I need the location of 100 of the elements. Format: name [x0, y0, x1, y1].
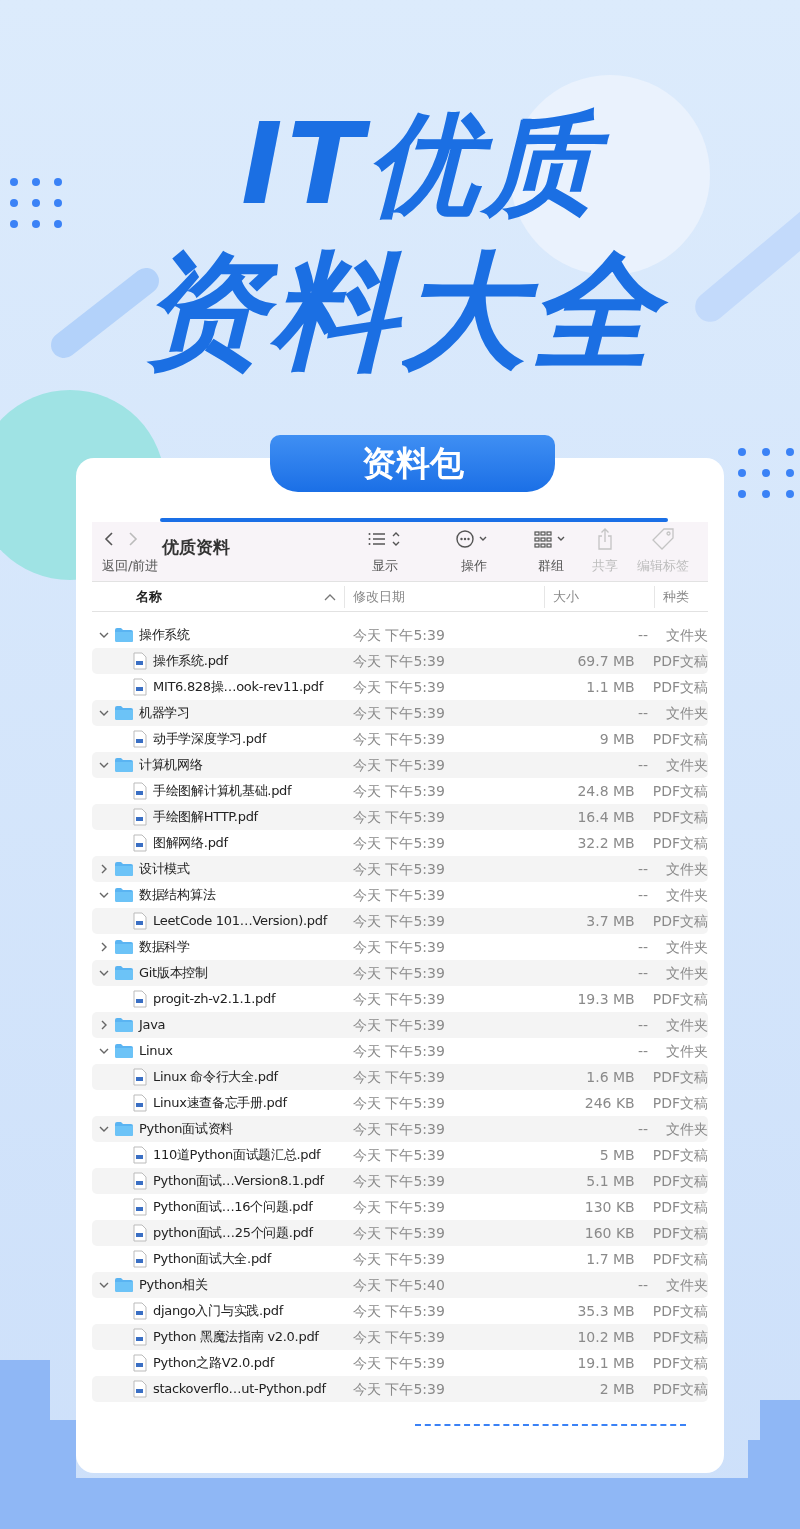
file-name: Python面试…Version8.1.pdf	[153, 1172, 324, 1191]
file-name: Java	[139, 1016, 166, 1035]
file-size: 32.2 MB	[576, 833, 636, 853]
pdf-file-icon	[133, 1380, 147, 1398]
file-size: 5.1 MB	[585, 1171, 636, 1191]
file-row[interactable]: 机器学习 今天 下午5:39 -- 文件夹	[92, 700, 708, 726]
date-modified: 今天 下午5:39	[352, 911, 446, 931]
toolbar-label: 共享	[592, 557, 618, 575]
file-size: 160 KB	[583, 1223, 636, 1243]
nav-label: 返回/前进	[102, 557, 160, 575]
file-kind: PDF文稿	[651, 1197, 708, 1217]
headline: 资料大全	[116, 240, 684, 390]
toolbar-label[interactable]: 操作	[461, 556, 487, 576]
date-modified: 今天 下午5:39	[352, 625, 446, 645]
file-row[interactable]: 操作系统.pdf 今天 下午5:39 69.7 MB PDF文稿	[92, 648, 708, 674]
file-kind: 文件夹	[665, 703, 708, 723]
date-modified: 今天 下午5:39	[352, 833, 446, 853]
pdf-file-icon	[133, 1172, 147, 1190]
file-size: --	[636, 625, 649, 645]
file-name: Python面试…16个问题.pdf	[153, 1198, 313, 1217]
file-kind: PDF文稿	[651, 1171, 708, 1191]
file-name: Git版本控制	[139, 964, 208, 983]
date-modified: 今天 下午5:39	[352, 937, 446, 957]
back-icon[interactable]	[102, 531, 116, 547]
folder-icon	[114, 757, 134, 773]
folder-icon	[114, 965, 134, 981]
column-header-label[interactable]: 名称	[136, 586, 162, 607]
date-modified: 今天 下午5:39	[352, 1301, 446, 1321]
pdf-file-icon	[133, 1198, 147, 1216]
date-modified: 今天 下午5:39	[352, 729, 446, 749]
pdf-file-icon	[133, 678, 147, 696]
folder-icon	[114, 1277, 134, 1293]
pdf-file-icon	[133, 912, 147, 930]
file-row[interactable]: python面试…25个问题.pdf 今天 下午5:39 160 KB PDF文稿	[92, 1220, 708, 1246]
pdf-file-icon	[133, 1354, 147, 1372]
file-kind: PDF文稿	[651, 1145, 708, 1165]
column-header-label[interactable]: 修改日期	[353, 586, 405, 607]
file-size: 9 MB	[598, 729, 636, 749]
file-size: 69.7 MB	[576, 651, 636, 671]
file-kind: 文件夹	[665, 1275, 708, 1295]
file-kind: PDF文稿	[651, 1301, 708, 1321]
file-name: 数据结构算法	[139, 886, 216, 905]
file-name: progit-zh-v2.1.1.pdf	[153, 990, 276, 1009]
folder-icon	[114, 705, 134, 721]
file-size: 5 MB	[598, 1145, 636, 1165]
file-row[interactable]: Python面试资料 今天 下午5:39 -- 文件夹	[92, 1116, 708, 1142]
file-name: Linux速查备忘手册.pdf	[153, 1094, 287, 1113]
date-modified: 今天 下午5:39	[352, 1197, 446, 1217]
file-row[interactable]: Java 今天 下午5:39 -- 文件夹	[92, 1012, 708, 1038]
file-row[interactable]: Python 黑魔法指南 v2.0.pdf 今天 下午5:39 10.2 MB PDF文稿	[92, 1324, 708, 1350]
date-modified: 今天 下午5:39	[352, 703, 446, 723]
file-row[interactable]: 手绘图解HTTP.pdf 今天 下午5:39 16.4 MB PDF文稿	[92, 804, 708, 830]
file-name: 计算机网络	[139, 756, 203, 775]
file-size: --	[636, 963, 649, 983]
dots-drawing	[10, 178, 62, 228]
file-name: Python面试大全.pdf	[153, 1250, 272, 1269]
dots-drawing	[738, 448, 794, 498]
date-modified: 今天 下午5:39	[352, 1119, 446, 1139]
column-header-label[interactable]: 种类	[663, 586, 689, 607]
file-size: --	[636, 1119, 649, 1139]
pdf-file-icon	[133, 1146, 147, 1164]
date-modified: 今天 下午5:39	[352, 1171, 446, 1191]
file-row[interactable]: Python面试…Version8.1.pdf 今天 下午5:39 5.1 MB PDF文稿	[92, 1168, 708, 1194]
file-kind: 文件夹	[665, 963, 708, 983]
date-modified: 今天 下午5:39	[352, 885, 446, 905]
file-size: --	[636, 937, 649, 957]
file-size: --	[636, 1275, 649, 1295]
pdf-file-icon	[133, 834, 147, 852]
date-modified: 今天 下午5:39	[352, 1015, 446, 1035]
toolbar-label[interactable]: 显示	[372, 556, 398, 576]
column-header-label[interactable]: 大小	[553, 586, 579, 607]
sort-caret-icon[interactable]	[324, 592, 336, 601]
date-modified: 今天 下午5:39	[352, 807, 446, 827]
pdf-file-icon	[133, 1302, 147, 1320]
file-row[interactable]: 设计模式 今天 下午5:39 -- 文件夹	[92, 856, 708, 882]
file-row[interactable]: stackoverflo…ut-Python.pdf 今天 下午5:39 2 MB PDF文稿	[92, 1376, 708, 1402]
date-modified: 今天 下午5:39	[352, 1223, 446, 1243]
file-row[interactable]: Linux 命令行大全.pdf 今天 下午5:39 1.6 MB PDF文稿	[92, 1064, 708, 1090]
folder-icon	[114, 861, 134, 877]
toolbar-label[interactable]: 群组	[538, 556, 564, 576]
file-kind: PDF文稿	[651, 989, 708, 1009]
file-kind: PDF文稿	[651, 1223, 708, 1243]
file-size: --	[636, 859, 649, 879]
date-modified: 今天 下午5:39	[352, 1379, 446, 1399]
file-kind: 文件夹	[665, 859, 708, 879]
file-size: --	[636, 1015, 649, 1035]
file-row[interactable]: LeetCode 101…Version).pdf 今天 下午5:39 3.7 MB PDF文稿	[92, 908, 708, 934]
headline: IT优质	[216, 100, 624, 240]
date-modified: 今天 下午5:39	[352, 1249, 446, 1269]
file-size: 35.3 MB	[576, 1301, 636, 1321]
file-row[interactable]: Python相关 今天 下午5:40 -- 文件夹	[92, 1272, 708, 1298]
file-kind: PDF文稿	[651, 833, 708, 853]
file-row[interactable]: 计算机网络 今天 下午5:39 -- 文件夹	[92, 752, 708, 778]
file-name: 数据科学	[139, 938, 190, 957]
file-name: 手绘图解计算机基础.pdf	[153, 782, 292, 801]
file-kind: PDF文稿	[651, 1379, 708, 1399]
file-size: --	[636, 1041, 649, 1061]
file-row[interactable]: Git版本控制 今天 下午5:39 -- 文件夹	[92, 960, 708, 986]
date-modified: 今天 下午5:39	[352, 1093, 446, 1113]
date-modified: 今天 下午5:39	[352, 1067, 446, 1087]
